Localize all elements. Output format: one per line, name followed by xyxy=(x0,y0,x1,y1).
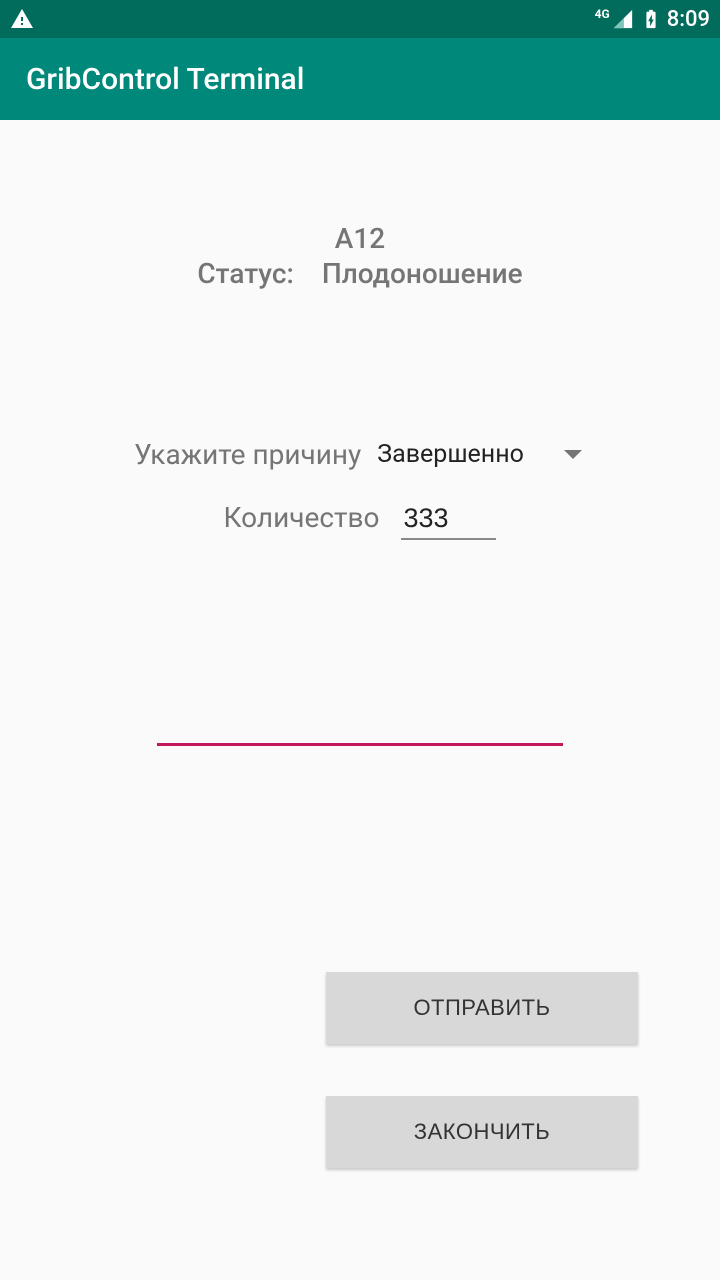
quantity-label: Количество xyxy=(224,501,380,534)
app-title: GribControl Terminal xyxy=(26,62,304,97)
reason-value: Завершенно xyxy=(377,440,524,469)
chevron-down-icon xyxy=(564,450,582,459)
status-label: Статус: xyxy=(197,257,293,290)
reason-label: Укажите причину xyxy=(134,438,361,471)
app-bar: GribControl Terminal xyxy=(0,38,720,120)
reason-spinner[interactable]: Завершенно xyxy=(373,434,586,475)
chamber-code: А12 xyxy=(20,222,700,255)
note-input[interactable] xyxy=(157,696,563,746)
send-button[interactable]: ОТПРАВИТЬ xyxy=(326,972,638,1044)
battery-charging-icon xyxy=(639,7,663,31)
status-bar: 4G 8:09 xyxy=(0,0,720,38)
quantity-input[interactable] xyxy=(401,499,496,540)
finish-button[interactable]: ЗАКОНЧИТЬ xyxy=(326,1096,638,1168)
status-value: Плодоношение xyxy=(322,257,523,290)
signal-icon xyxy=(611,7,635,31)
clock-time: 8:09 xyxy=(667,7,710,32)
warning-icon xyxy=(10,7,34,31)
info-block: А12 Статус: Плодоношение xyxy=(20,222,700,290)
network-label: 4G xyxy=(595,7,610,21)
